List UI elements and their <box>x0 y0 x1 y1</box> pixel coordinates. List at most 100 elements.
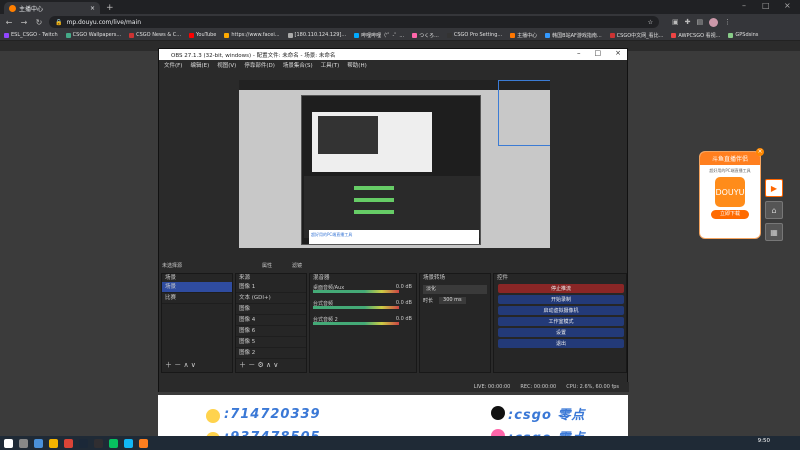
menu-view[interactable]: 视图(V) <box>217 61 236 69</box>
menu-scene-collection[interactable]: 场景集合(S) <box>283 61 313 69</box>
gift-icon[interactable]: ▦ <box>765 223 783 241</box>
promo-card[interactable]: 斗鱼直播伴侣 超好用的PC端直播工具 DOUYU 立即下载 × <box>699 148 764 239</box>
browser-tab[interactable]: 主播中心 × <box>4 2 100 14</box>
qq-icon <box>206 409 220 423</box>
scene-controls[interactable]: ＋ － ∧ ∨ <box>165 360 196 370</box>
stop-streaming-button[interactable]: 停止推流 <box>498 284 624 293</box>
taskview-icon[interactable] <box>34 438 43 448</box>
bookmark-item[interactable]: [180.110.124.129]... <box>287 32 346 38</box>
source-item[interactable]: 图像 2 <box>236 348 306 359</box>
download-button[interactable]: 立即下载 <box>711 210 749 219</box>
properties-button[interactable]: 属性 <box>262 262 272 269</box>
bookmark-item[interactable]: CSGO Pro Setting... <box>446 32 502 38</box>
virtual-camera-button[interactable]: 启动虚拟摄像机 <box>498 306 624 315</box>
source-item[interactable]: 图像 <box>236 304 306 315</box>
menu-tools[interactable]: 工具(T) <box>321 61 340 69</box>
search-icon[interactable] <box>19 438 28 448</box>
menu-docks[interactable]: 停靠部件(D) <box>244 61 275 69</box>
tab-title: 主播中心 <box>19 5 44 13</box>
right-sidebar: ▶ ⌂ ▦ <box>762 175 786 290</box>
menu-icon[interactable]: ⋮ <box>724 18 731 27</box>
bookmark-item[interactable]: 主播中心 <box>510 32 537 39</box>
mixer-channel: 桌面音频/Aux 0.0 dB <box>313 284 412 293</box>
avatar[interactable] <box>709 17 719 27</box>
scene-item[interactable]: 比赛 <box>162 293 232 304</box>
windows-taskbar: 9:50 <box>0 436 800 450</box>
menu-file[interactable]: 文件(F) <box>164 61 182 69</box>
bookmark-item[interactable]: YouTube <box>189 32 216 38</box>
extension-icon[interactable]: ▣ <box>672 18 679 27</box>
source-item[interactable]: 图像 5 <box>236 337 306 348</box>
controls-panel: 控件 停止推流 开始录制 启动虚拟摄像机 工作室模式 设置 退出 <box>493 273 627 373</box>
maximize-icon[interactable]: □ <box>595 49 602 57</box>
transitions-header: 场景转场 <box>423 275 446 281</box>
start-recording-button[interactable]: 开始录制 <box>498 295 624 304</box>
wechat-icon[interactable] <box>109 438 118 448</box>
sidebar-icon[interactable]: ▤ <box>697 18 704 27</box>
source-controls[interactable]: ＋ － ⚙ ∧ ∨ <box>239 360 278 370</box>
close-promo-icon[interactable]: × <box>756 148 764 156</box>
bookmark-star-icon[interactable]: ☆ <box>648 19 653 26</box>
bookmark-item[interactable]: CSGO News & C... <box>129 32 181 38</box>
explorer-icon[interactable] <box>49 438 58 448</box>
bookmark-item[interactable]: AWPCSGO 看视... <box>671 32 720 39</box>
steam-icon[interactable] <box>79 438 88 448</box>
menu-edit[interactable]: 编辑(E) <box>190 61 209 69</box>
source-item[interactable]: 图像 6 <box>236 326 306 337</box>
douyu-favicon <box>9 4 16 12</box>
preview-overlay-text: 超好用的PC端直播工具 <box>309 230 479 244</box>
settings-button[interactable]: 设置 <box>498 328 624 337</box>
scene-item[interactable]: 场景 <box>162 282 232 293</box>
obs-preview[interactable]: 超好用的PC端直播工具 <box>239 80 550 248</box>
close-tab-icon[interactable]: × <box>90 5 95 12</box>
transition-select[interactable]: 淡化 <box>423 285 487 294</box>
bookmark-item[interactable]: 韩国B站AF游戏指南... <box>545 32 602 39</box>
reload-icon[interactable]: ↻ <box>34 18 44 27</box>
bookmark-item[interactable]: https://www.facei... <box>224 32 280 38</box>
exit-button[interactable]: 退出 <box>498 339 624 348</box>
minimize-icon[interactable]: – <box>577 49 581 57</box>
menu-help[interactable]: 帮助(H) <box>347 61 366 69</box>
minimize-icon[interactable]: – <box>742 1 746 10</box>
qq-taskbar-icon[interactable] <box>124 438 133 448</box>
stream-overlay: :714720339 :csgo 零点 :937478505 :csgo 零点 <box>158 395 628 446</box>
bookmark-item[interactable]: GPSdsins <box>728 32 758 38</box>
duration-input[interactable]: 300 ms <box>439 297 466 304</box>
chrome-icon[interactable] <box>64 438 73 448</box>
start-icon[interactable] <box>4 438 13 448</box>
forward-icon[interactable]: → <box>19 18 29 27</box>
live-timer: LIVE: 00:00:00 <box>473 384 511 390</box>
clock: 9:50 <box>757 438 770 444</box>
volume-meter <box>313 290 399 293</box>
studio-mode-button[interactable]: 工作室模式 <box>498 317 624 326</box>
maximize-icon[interactable]: □ <box>762 1 770 10</box>
new-tab-icon[interactable]: + <box>106 3 114 13</box>
transitions-panel: 场景转场 淡化 时长 300 ms <box>419 273 491 373</box>
home-icon[interactable]: ⌂ <box>765 201 783 219</box>
bookmark-item[interactable]: CSGO Wallpapers... <box>65 32 121 38</box>
source-item[interactable]: 图像 4 <box>236 315 306 326</box>
qq-number-1: :714720339 <box>224 407 321 422</box>
sources-header: 来源 <box>239 275 251 281</box>
sources-panel: 来源 图像 1 文本 (GDI+) 图像 图像 4 图像 6 图像 5 图像 2… <box>235 273 307 373</box>
back-icon[interactable]: ← <box>4 18 14 27</box>
obs-taskbar-icon[interactable] <box>94 438 103 448</box>
play-icon[interactable]: ▶ <box>765 179 783 197</box>
bookmark-item[interactable]: CSGO中文网_看比... <box>609 32 663 39</box>
puzzle-icon[interactable]: ✚ <box>685 18 691 27</box>
address-bar[interactable]: 🔒 mp.douyu.com/live/main ☆ <box>49 16 659 28</box>
bookmark-item[interactable]: 哔哩哔哩（'゜-゜... <box>354 32 404 39</box>
douyu-taskbar-icon[interactable] <box>139 438 148 448</box>
close-icon[interactable]: × <box>615 49 621 57</box>
source-item[interactable]: 文本 (GDI+) <box>236 293 306 304</box>
bookmark-item[interactable]: つくろ... <box>412 32 439 39</box>
bookmark-item[interactable]: ESL_CSGO - Twitch <box>4 32 58 38</box>
controls-header: 控件 <box>497 275 509 281</box>
duration-label: 时长 <box>423 298 434 304</box>
source-item[interactable]: 图像 1 <box>236 282 306 293</box>
preview-selection-box[interactable] <box>498 80 550 146</box>
obs-statusbar: LIVE: 00:00:00 REC: 00:00:00 CPU: 2.6%, … <box>159 382 629 392</box>
no-source-selected: 未选择源 <box>162 262 183 269</box>
close-window-icon[interactable]: × <box>784 1 791 10</box>
filters-button[interactable]: 滤镜 <box>292 262 302 269</box>
